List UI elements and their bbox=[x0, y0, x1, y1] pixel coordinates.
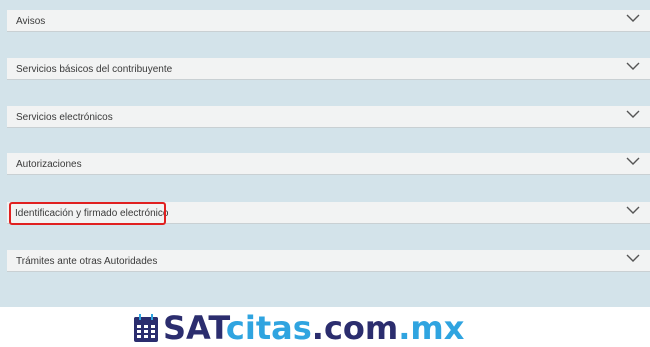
chevron-down-icon[interactable] bbox=[626, 253, 640, 263]
chevron-down-icon[interactable] bbox=[626, 61, 640, 71]
chevron-down-icon[interactable] bbox=[626, 156, 640, 166]
accordion-label: Avisos bbox=[16, 16, 46, 27]
brand-part-com: .com bbox=[311, 309, 399, 347]
accordion-panel: Avisos Servicios básicos del contribuyen… bbox=[0, 0, 650, 307]
accordion-label: Trámites ante otras Autoridades bbox=[16, 256, 158, 267]
accordion-item-tramites[interactable]: Trámites ante otras Autoridades bbox=[7, 250, 650, 272]
accordion-label: Servicios electrónicos bbox=[16, 112, 113, 123]
calendar-icon bbox=[134, 314, 158, 342]
accordion-item-servicios-basicos[interactable]: Servicios básicos del contribuyente bbox=[7, 58, 650, 80]
accordion-label: Servicios básicos del contribuyente bbox=[16, 64, 173, 75]
accordion-item-servicios-electronicos[interactable]: Servicios electrónicos bbox=[7, 106, 650, 128]
chevron-down-icon[interactable] bbox=[626, 109, 640, 119]
accordion-label: Autorizaciones bbox=[16, 159, 82, 170]
accordion-item-avisos[interactable]: Avisos bbox=[7, 10, 650, 32]
brand-name: SATcitas.com.mx bbox=[163, 311, 464, 345]
brand-part-citas: citas bbox=[225, 309, 312, 347]
brand-part-sat: SAT bbox=[163, 309, 226, 347]
accordion-item-autorizaciones[interactable]: Autorizaciones bbox=[7, 153, 650, 175]
site-logo: SATcitas.com.mx bbox=[133, 311, 464, 345]
brand-part-mx: .mx bbox=[398, 309, 465, 347]
chevron-down-icon[interactable] bbox=[626, 13, 640, 23]
chevron-down-icon[interactable] bbox=[626, 205, 640, 215]
highlight-box bbox=[9, 202, 166, 225]
